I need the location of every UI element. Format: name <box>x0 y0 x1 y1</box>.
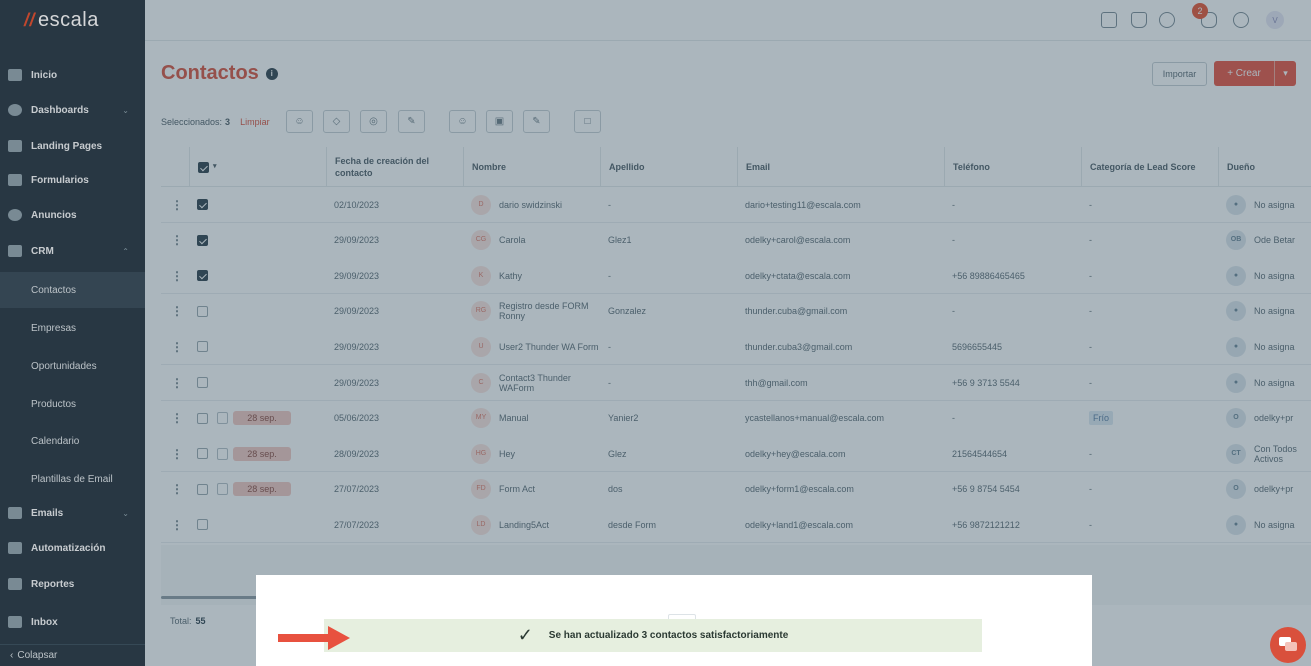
toast-panel: ✓ Se han actualizado 3 contactos satisfa… <box>256 575 1092 666</box>
modal-overlay <box>145 0 1311 666</box>
arrow-annotation-icon <box>278 626 350 650</box>
chat-bubbles-icon <box>1279 637 1297 651</box>
check-icon: ✓ <box>517 625 533 645</box>
chat-support-button[interactable] <box>1270 627 1306 663</box>
sidebar-dim-overlay <box>0 0 145 666</box>
toast-message: Se han actualizado 3 contactos satisfact… <box>548 630 789 641</box>
success-toast: ✓ Se han actualizado 3 contactos satisfa… <box>324 619 982 652</box>
